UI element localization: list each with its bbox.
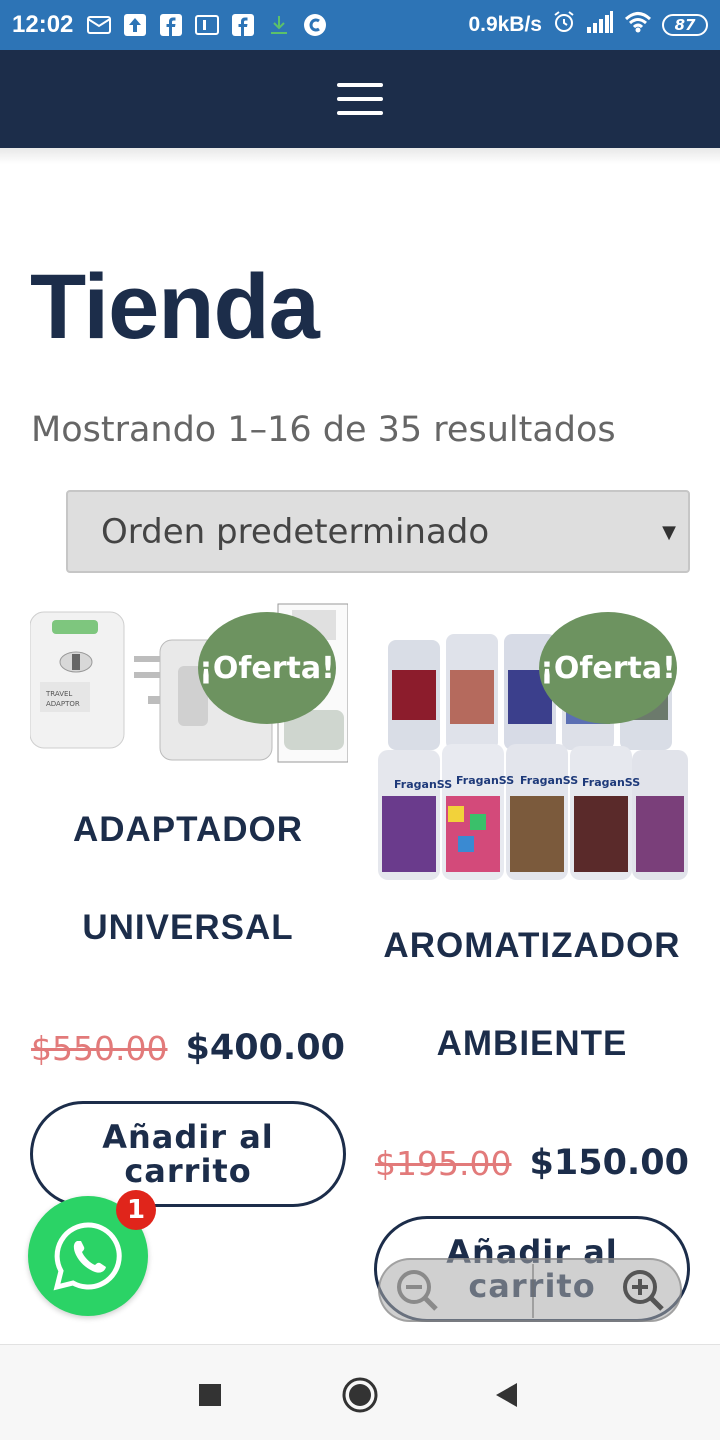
regular-price: $195.00 xyxy=(375,1143,512,1183)
svg-text:TRAVEL: TRAVEL xyxy=(45,690,72,698)
hamburger-icon[interactable] xyxy=(337,83,383,115)
product-price: $195.00 $150.00 xyxy=(374,1143,690,1183)
status-bar: 12:02 0.9kB/s 87 xyxy=(0,0,720,50)
product-image[interactable]: TRAVEL ADAPTOR ¡Oferta! xyxy=(30,600,348,766)
site-header xyxy=(0,50,720,148)
whatsapp-icon xyxy=(53,1222,122,1291)
svg-text:FraganSS: FraganSS xyxy=(520,774,578,787)
upload-icon xyxy=(123,14,147,36)
product-name-line2: UNIVERSAL xyxy=(82,908,294,947)
product-card: FraganSS FraganSS FraganSS FraganSS ¡Oferta… xyxy=(374,600,690,1330)
notification-badge: 1 xyxy=(116,1190,156,1230)
regular-price: $550.00 xyxy=(31,1028,168,1068)
back-icon[interactable] xyxy=(486,1375,526,1415)
network-speed: 0.9kB/s xyxy=(468,13,542,36)
add-to-cart-label-line2: carrito xyxy=(124,1152,252,1190)
sale-badge: ¡Oferta! xyxy=(539,612,677,724)
home-icon[interactable] xyxy=(340,1375,380,1415)
chevron-down-icon: ▼ xyxy=(662,522,676,543)
result-count: Mostrando 1–16 de 35 resultados xyxy=(31,410,616,450)
product-price: $550.00 $400.00 xyxy=(30,1028,346,1068)
recents-icon[interactable] xyxy=(190,1375,230,1415)
wifi-icon xyxy=(624,11,652,39)
product-name-line1: AROMATIZADOR xyxy=(383,926,681,965)
battery-level: 87 xyxy=(674,16,696,34)
zoom-in-icon[interactable] xyxy=(620,1267,666,1313)
product-name[interactable]: AROMATIZADOR AMBIENTE xyxy=(374,926,690,1064)
facebook-icon xyxy=(159,14,183,36)
sale-price: $400.00 xyxy=(185,1028,345,1068)
product-card: TRAVEL ADAPTOR ¡Oferta! ADAPTADOR UNIVER… xyxy=(30,600,348,1220)
alarm-icon xyxy=(552,10,576,40)
signal-icon xyxy=(586,11,614,39)
svg-text:ADAPTOR: ADAPTOR xyxy=(46,700,80,708)
system-nav-bar xyxy=(0,1344,720,1440)
add-to-cart-button[interactable]: Añadir al carrito xyxy=(30,1101,346,1207)
zoom-control xyxy=(378,1258,682,1322)
orderby-select[interactable]: Orden predeterminado ▼ xyxy=(66,490,690,573)
svg-text:FraganSS: FraganSS xyxy=(456,774,514,787)
download-icon xyxy=(267,14,291,36)
product-name[interactable]: ADAPTADOR UNIVERSAL xyxy=(30,810,346,948)
status-time: 12:02 xyxy=(12,11,74,38)
add-to-cart-label-line1: Añadir al xyxy=(102,1118,274,1156)
orderby-selected: Orden predeterminado xyxy=(101,511,490,552)
header-shadow xyxy=(0,148,720,164)
page-title: Tienda xyxy=(30,256,320,358)
svg-text:FraganSS: FraganSS xyxy=(394,778,452,791)
product-name-line1: ADAPTADOR xyxy=(72,810,303,849)
svg-text:FraganSS: FraganSS xyxy=(582,776,640,789)
product-name-line2: AMBIENTE xyxy=(436,1024,628,1063)
battery-icon: 87 xyxy=(662,14,708,36)
sale-price: $150.00 xyxy=(529,1143,689,1183)
sale-badge: ¡Oferta! xyxy=(198,612,336,724)
facebook-icon xyxy=(231,14,255,36)
box-icon xyxy=(195,14,220,36)
c-icon xyxy=(303,14,327,36)
product-image[interactable]: FraganSS FraganSS FraganSS FraganSS ¡Oferta… xyxy=(374,600,690,886)
mail-icon xyxy=(87,14,112,36)
zoom-out-icon[interactable] xyxy=(394,1267,440,1313)
